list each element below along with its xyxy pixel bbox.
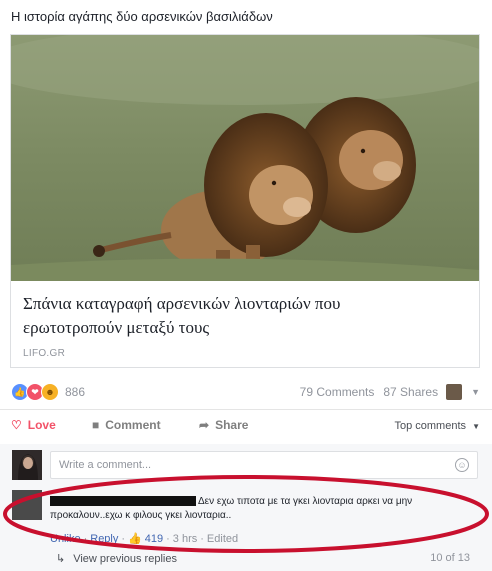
love-label: Love	[27, 418, 56, 432]
thumbs-up-icon: 👍	[128, 533, 142, 545]
link-domain: LIFO.GR	[23, 348, 66, 359]
share-arrow-icon: ➦	[199, 418, 210, 432]
link-preview-card[interactable]: Σπάνια καταγραφή αρσενικών λιονταριών πο…	[10, 34, 480, 368]
top-comments-dropdown[interactable]: Top comments ▼	[394, 420, 480, 432]
reactions-summary[interactable]: 👍 ❤ ☻ 886	[11, 383, 85, 401]
share-button[interactable]: ➦ Share	[199, 418, 248, 432]
post-text: Η ιστορία αγάπης δύο αρσενικών βασιλιάδω…	[11, 9, 273, 24]
comment-meta: Unlike · Reply · 👍 419 · 3 hrs · Edited	[50, 532, 239, 546]
heart-icon: ♡	[11, 418, 22, 432]
comment-like-count[interactable]: 419	[145, 533, 163, 545]
comment-placeholder: Write a comment...	[59, 459, 152, 471]
reply-arrow-icon: ↳	[56, 553, 66, 565]
reply-link[interactable]: Reply	[90, 533, 118, 545]
avatar[interactable]	[12, 450, 42, 480]
love-button[interactable]: ♡ Love	[11, 418, 56, 432]
comments-count[interactable]: 79 Comments	[300, 385, 375, 399]
comment-button[interactable]: ■ Comment	[92, 418, 161, 432]
replies-pager: 10 of 13	[430, 552, 470, 564]
view-previous-label: View previous replies	[73, 552, 177, 565]
shares-count[interactable]: 87 Shares	[383, 385, 438, 399]
haha-reaction-icon: ☻	[41, 383, 59, 401]
comment-text: Δεν εχω τιποτα με τα γκει λιονταρια αρκε…	[50, 495, 470, 523]
avatar[interactable]	[446, 384, 463, 400]
comment-edited[interactable]: Edited	[207, 533, 238, 545]
lions-photo[interactable]	[11, 35, 479, 281]
top-comments-label: Top comments	[394, 420, 467, 432]
comment-input[interactable]: Write a comment... ☺	[50, 451, 478, 479]
smiley-icon[interactable]: ☺	[455, 458, 469, 472]
reaction-count[interactable]: 886	[65, 385, 85, 399]
avatar[interactable]	[12, 490, 42, 520]
redacted-name	[50, 496, 196, 507]
comment-time[interactable]: 3 hrs	[173, 533, 197, 545]
unlike-link[interactable]: Unlike	[50, 533, 81, 545]
comment-label: Comment	[105, 418, 161, 432]
caret-down-icon[interactable]: ▼	[471, 387, 480, 397]
comment-icon: ■	[92, 418, 100, 432]
caret-down-icon: ▼	[472, 422, 480, 431]
divider	[0, 409, 492, 410]
post-stats: 79 Comments 87 Shares ▼	[291, 384, 480, 400]
view-previous-replies[interactable]: ↳ View previous replies	[56, 552, 177, 566]
action-bar: ♡ Love ■ Comment ➦ Share Top comments ▼	[0, 414, 492, 438]
share-label: Share	[215, 418, 249, 432]
link-title[interactable]: Σπάνια καταγραφή αρσενικών λιονταριών πο…	[23, 292, 443, 340]
